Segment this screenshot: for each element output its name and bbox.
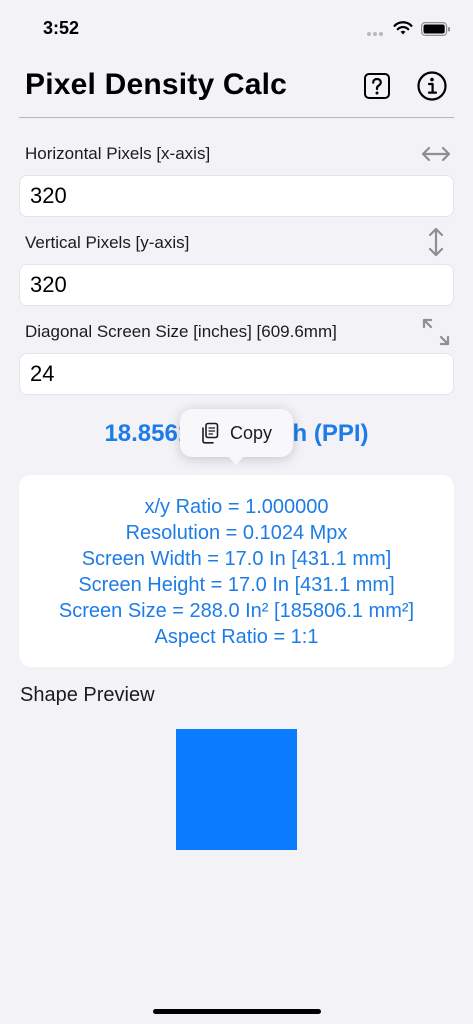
- copy-menu-item[interactable]: Copy: [230, 423, 272, 444]
- wifi-icon: [393, 21, 413, 35]
- signal-dots-icon: [367, 32, 389, 36]
- results-list: x/y Ratio = 1.000000 Resolution = 0.1024…: [19, 494, 454, 650]
- vertical-pixels-input[interactable]: 320: [19, 264, 454, 306]
- shape-preview-square: [176, 729, 297, 850]
- diagonal-size-label: Diagonal Screen Size [inches] [609.6mm]: [25, 322, 337, 341]
- popup-arrow: [227, 455, 245, 465]
- status-bar: 3:52: [0, 0, 473, 58]
- diagonal-arrows-icon: [422, 318, 450, 346]
- stat-xy-ratio: x/y Ratio = 1.000000: [144, 496, 329, 518]
- info-circle-icon[interactable]: [416, 70, 448, 102]
- battery-icon: [421, 22, 450, 37]
- home-indicator[interactable]: [153, 1009, 321, 1014]
- horizontal-pixels-input[interactable]: 320: [19, 175, 454, 217]
- stat-screen-size: Screen Size = 288.0 In² [185806.1 mm²]: [58, 600, 415, 622]
- app-screen: 3:52 Pixel Density Calc Horizontal Pixel…: [0, 0, 473, 1024]
- vertical-pixels-label: Vertical Pixels [y-axis]: [25, 233, 190, 252]
- stat-resolution: Resolution = 0.1024 Mpx: [125, 522, 348, 544]
- horizontal-pixels-label: Horizontal Pixels [x-axis]: [25, 144, 211, 163]
- question-mark-square-icon[interactable]: [363, 72, 391, 100]
- stat-screen-height: Screen Height = 17.0 In [431.1 mm]: [78, 574, 395, 596]
- results-card: x/y Ratio = 1.000000 Resolution = 0.1024…: [19, 475, 454, 667]
- vertical-arrows-icon: [428, 227, 444, 257]
- header-divider: [19, 117, 454, 118]
- diagonal-size-input[interactable]: 24: [19, 353, 454, 395]
- horizontal-arrows-icon: [421, 146, 451, 162]
- copy-icon: [202, 422, 219, 444]
- page-title: Pixel Density Calc: [25, 68, 288, 101]
- stat-screen-width: Screen Width = 17.0 In [431.1 mm]: [81, 548, 392, 570]
- shape-preview-label: Shape Preview: [20, 684, 155, 706]
- stat-aspect-ratio: Aspect Ratio = 1:1: [154, 626, 319, 648]
- copy-context-menu[interactable]: Copy: [180, 409, 293, 465]
- status-time: 3:52: [43, 18, 80, 38]
